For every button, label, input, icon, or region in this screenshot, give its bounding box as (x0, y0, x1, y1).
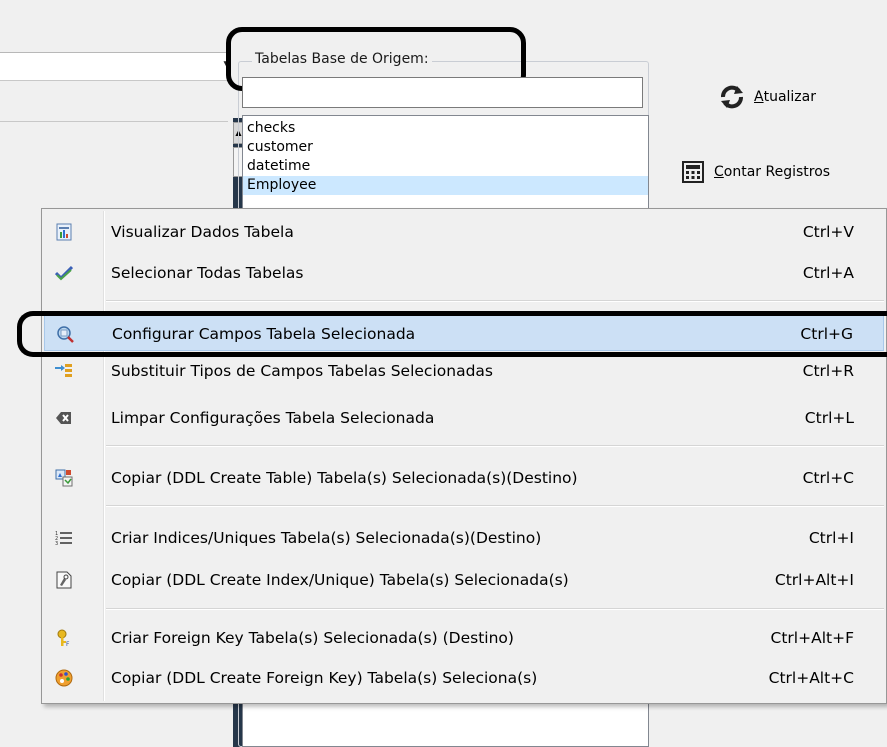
foreign-key-icon: F (57, 629, 70, 647)
list-item-selected[interactable]: Employee (243, 176, 648, 195)
menu-item-select-all[interactable]: Selecionar Todas Tabelas Ctrl+A (44, 255, 884, 291)
menu-shortcut: Ctrl+Alt+F (770, 629, 854, 647)
table-filter-input[interactable] (242, 77, 643, 108)
menu-shortcut: Ctrl+I (808, 529, 854, 547)
menu-item-replace-types[interactable]: Substituir Tipos de Campos Tabelas Selec… (44, 353, 884, 389)
left-pane (0, 80, 228, 122)
context-menu: Visualizar Dados Tabela Ctrl+V Seleciona… (41, 208, 887, 704)
menu-item-copy-ddl-index[interactable]: Copiar (DDL Create Index/Unique) Tabela(… (44, 562, 884, 598)
menu-label: Limpar Configurações Tabela Selecionada (111, 409, 435, 427)
copy-ddl-icon (55, 469, 73, 487)
refresh-icon (721, 85, 743, 109)
menu-shortcut: Ctrl+Alt+C (768, 669, 854, 687)
menu-item-copy-ddl-table[interactable]: Copiar (DDL Create Table) Tabela(s) Sele… (44, 460, 884, 496)
menu-shortcut: Ctrl+V (802, 223, 854, 241)
menu-item-copy-ddl-fk[interactable]: Copiar (DDL Create Foreign Key) Tabela(s… (44, 660, 884, 696)
menu-shortcut: Ctrl+Alt+I (774, 571, 854, 589)
menu-item-create-fk[interactable]: F Criar Foreign Key Tabela(s) Selecionad… (44, 620, 884, 656)
menu-item-clear-config[interactable]: Limpar Configurações Tabela Selecionada … (44, 400, 884, 436)
calculator-icon (682, 161, 704, 183)
menu-item-create-indices[interactable]: 1 2 3 Criar Indices/Uniques Tabela(s) Se… (44, 520, 884, 556)
menu-label: Copiar (DDL Create Index/Unique) Tabela(… (111, 571, 569, 589)
menu-separator (106, 300, 884, 302)
numbered-list-icon: 1 2 3 (55, 531, 72, 547)
menu-shortcut: Ctrl+L (804, 409, 854, 427)
menu-item-view-data[interactable]: Visualizar Dados Tabela Ctrl+V (44, 214, 884, 250)
menu-label: Criar Indices/Uniques Tabela(s) Selecion… (111, 529, 542, 547)
list-item[interactable]: checks (247, 119, 295, 138)
list-item[interactable]: customer (247, 138, 313, 157)
count-accel: C (714, 164, 724, 180)
count-label: ontar Registros (723, 164, 831, 180)
menu-label: Copiar (DDL Create Foreign Key) Tabela(s… (111, 669, 538, 687)
refresh-button[interactable]: Atualizar (718, 85, 816, 109)
refresh-label: tualizar (763, 89, 816, 105)
menu-label: Substituir Tipos de Campos Tabelas Selec… (111, 362, 493, 380)
menu-label: Visualizar Dados Tabela (111, 223, 294, 241)
menu-label: Selecionar Todas Tabelas (111, 264, 304, 282)
count-records-button[interactable]: Contar Registros (682, 161, 830, 183)
copy-index-icon (56, 571, 72, 589)
refresh-accel: A (754, 89, 764, 105)
menu-separator (106, 505, 884, 507)
menu-label: Criar Foreign Key Tabela(s) Selecionada(… (111, 629, 514, 647)
left-combobox[interactable] (0, 52, 229, 82)
replace-types-icon (55, 364, 72, 377)
menu-label: Copiar (DDL Create Table) Tabela(s) Sele… (111, 469, 578, 487)
menu-separator (106, 608, 884, 610)
clear-icon (56, 412, 71, 424)
menu-separator (106, 445, 884, 447)
menu-shortcut: Ctrl+R (802, 362, 854, 380)
svg-text:3: 3 (55, 541, 58, 547)
annotation-circle-menu-item (17, 311, 887, 357)
view-table-icon (56, 223, 72, 241)
list-item[interactable]: datetime (247, 157, 310, 176)
menu-shortcut: Ctrl+A (802, 264, 854, 282)
checkmark-icon (55, 265, 73, 281)
palette-icon (55, 669, 73, 687)
menu-shortcut: Ctrl+C (802, 469, 854, 487)
svg-text:F: F (66, 641, 70, 647)
